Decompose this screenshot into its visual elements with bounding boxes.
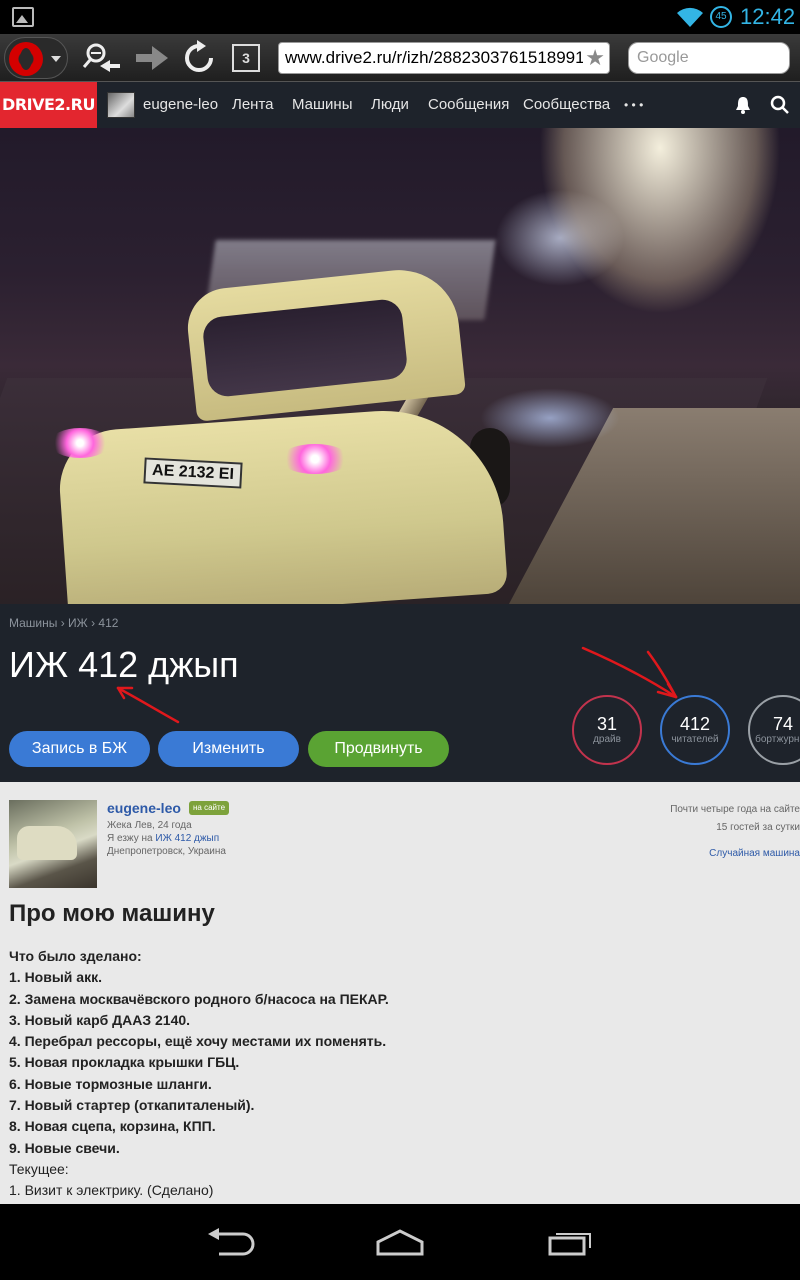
site-logo[interactable]: DRIVE2.RU xyxy=(0,82,97,128)
list-item: 1. Визит к электрику. (Сделано) xyxy=(9,1182,214,1199)
list-item: 7. Новый стартер (откапиталеный). xyxy=(9,1097,255,1114)
battery-icon: 45 xyxy=(710,6,732,28)
browser-toolbar: 3 www.drive2.ru/r/izh/288230376151899153… xyxy=(0,34,800,82)
search-icon[interactable] xyxy=(770,95,790,115)
about-text: Что было зделано: 1. Новый акк. 2. Замен… xyxy=(9,946,389,1202)
logbook-entry-button[interactable]: Запись в БЖ xyxy=(9,731,150,767)
site-nav: DRIVE2.RU eugene-leo Лента Машины Люди С… xyxy=(0,82,800,128)
owner-name[interactable]: eugene-leo xyxy=(107,800,181,816)
zoom-back-icon[interactable] xyxy=(82,40,122,76)
nav-people[interactable]: Люди xyxy=(371,82,409,128)
list-item: 4. Перебрал рессоры, ещё хочу местами их… xyxy=(9,1033,387,1050)
back-icon[interactable] xyxy=(205,1228,255,1258)
nav-user[interactable]: eugene-leo xyxy=(143,82,218,128)
stat-value: 412 xyxy=(679,714,711,734)
system-nav-bar xyxy=(0,1204,800,1280)
nav-more[interactable]: • • • xyxy=(624,82,643,128)
bell-icon[interactable] xyxy=(734,95,752,115)
stat-label: драйв xyxy=(593,734,621,745)
url-text: www.drive2.ru/r/izh/288230376151899153 xyxy=(285,48,604,67)
list-item: 2. Замена москвачёвского родного б/насос… xyxy=(9,990,389,1007)
recent-apps-icon[interactable] xyxy=(546,1228,596,1258)
wifi-icon xyxy=(677,7,703,28)
list-item: 5. Новая прокладка крышки ГБЦ. xyxy=(9,1054,240,1071)
owner-car-link[interactable]: ИЖ 412 джып xyxy=(155,833,219,844)
stat-label: читателей xyxy=(671,734,719,745)
owner-location: Днепропетровск, Украина xyxy=(107,846,226,857)
clock: 12:42 xyxy=(740,4,796,29)
stat-readers[interactable]: 412 читателей xyxy=(660,695,730,765)
edit-button[interactable]: Изменить xyxy=(158,731,299,767)
avatar[interactable] xyxy=(107,92,135,118)
search-input[interactable]: Google xyxy=(628,42,790,74)
owner-age: Жека Лев, 24 года xyxy=(107,820,192,831)
stat-value: 31 xyxy=(596,714,618,734)
url-field[interactable]: www.drive2.ru/r/izh/288230376151899153 ★ xyxy=(278,42,610,74)
owner-drives-label: Я езжу на xyxy=(107,833,153,844)
list-item: 8. Новая сцепа, корзина, КПП. xyxy=(9,1118,216,1135)
stat-drive[interactable]: 31 драйв xyxy=(572,695,642,765)
image-notification-icon xyxy=(12,7,34,27)
tabs-button[interactable]: 3 xyxy=(232,44,260,72)
list-item: 9. Новые свечи. xyxy=(9,1139,120,1156)
list-item: 3. Новый карб ДААЗ 2140. xyxy=(9,1011,191,1028)
opera-menu-button[interactable] xyxy=(4,37,68,79)
nav-messages[interactable]: Сообщения xyxy=(428,82,509,128)
home-icon[interactable] xyxy=(374,1228,426,1258)
about-title: Про мою машину xyxy=(9,900,215,927)
promote-button[interactable]: Продвинуть xyxy=(308,731,449,767)
status-bar: 45 12:42 xyxy=(0,0,800,34)
nav-feed[interactable]: Лента xyxy=(232,82,274,128)
stat-logbook[interactable]: 74 бортжурнал xyxy=(748,695,800,765)
photo-tail-light xyxy=(50,428,110,458)
license-plate: AE 2132 EI xyxy=(143,457,243,489)
reload-icon[interactable] xyxy=(180,40,218,76)
page-title: ИЖ 412 джып xyxy=(9,644,239,685)
car-header: Машины › ИЖ › 412 ИЖ 412 джып Запись в Б… xyxy=(0,604,800,782)
car-content: eugene-leo на сайте Жека Лев, 24 года Я … xyxy=(0,782,800,1204)
list-item: 1. Новый акк. xyxy=(9,969,102,986)
photo-car-body xyxy=(55,402,509,604)
owner-drives: Я езжу на ИЖ 412 джып xyxy=(107,833,219,844)
current-header: Текущее: xyxy=(9,1160,69,1177)
photo-tail-light xyxy=(280,444,350,474)
member-since: Почти четыре года на сайте xyxy=(670,804,800,815)
chevron-down-icon xyxy=(51,56,61,62)
nav-cars[interactable]: Машины xyxy=(292,82,352,128)
done-header: Что было зделано: xyxy=(9,948,142,964)
random-car-link[interactable]: Случайная машина xyxy=(709,848,800,859)
guest-count: 15 гостей за сутки xyxy=(716,822,800,833)
opera-logo-icon xyxy=(9,42,43,76)
nav-communities[interactable]: Сообщества xyxy=(523,82,610,128)
breadcrumb[interactable]: Машины › ИЖ › 412 xyxy=(9,616,118,630)
owner-avatar[interactable] xyxy=(9,800,97,888)
stat-value: 74 xyxy=(772,714,794,734)
online-badge: на сайте xyxy=(189,801,230,815)
bookmark-star-icon[interactable]: ★ xyxy=(583,43,605,73)
stat-label: бортжурнал xyxy=(755,734,800,745)
forward-icon[interactable] xyxy=(132,40,172,76)
car-photo[interactable]: AE 2132 EI xyxy=(0,128,800,604)
list-item: 6. Новые тормозные шланги. xyxy=(9,1075,212,1092)
